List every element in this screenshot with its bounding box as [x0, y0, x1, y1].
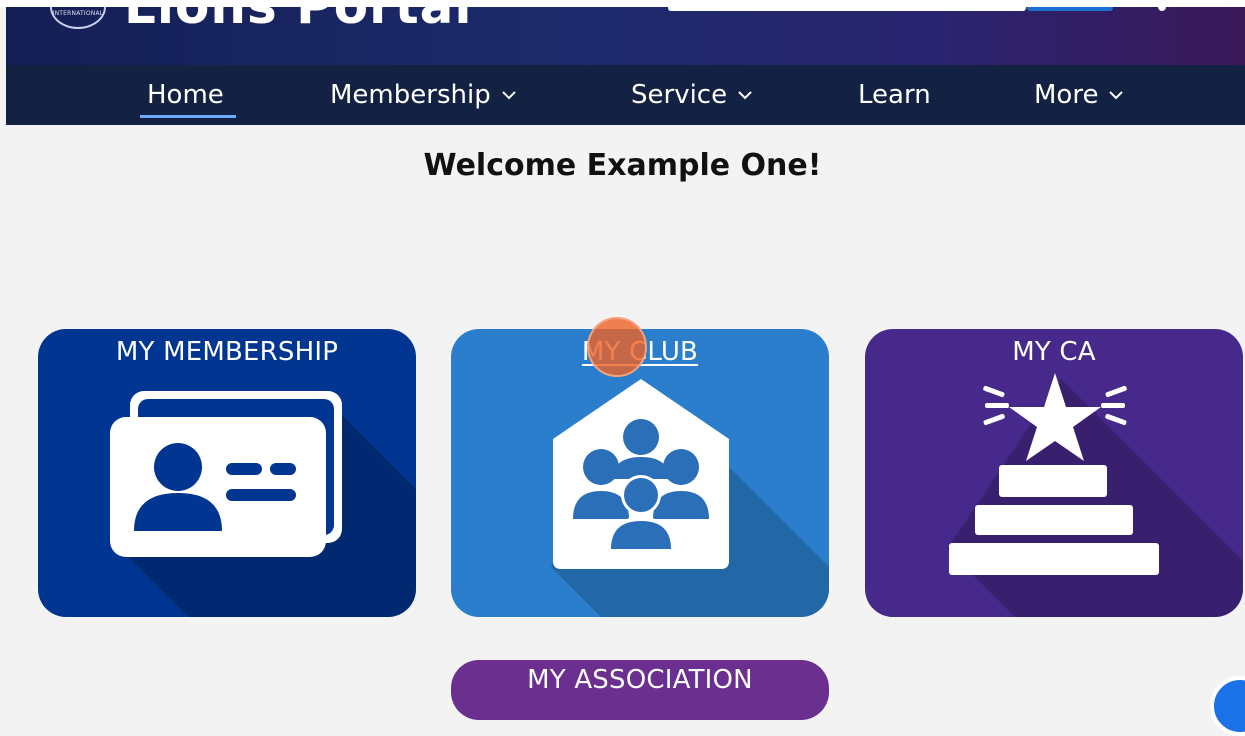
nav-item-label: More	[1034, 80, 1099, 110]
nav-item-label: Service	[631, 80, 728, 110]
welcome-heading: Welcome Example One!	[423, 148, 822, 183]
click-indicator	[587, 317, 647, 377]
top-strip	[0, 0, 1245, 7]
tile-label: MY CA	[1012, 337, 1096, 367]
header-banner: INTERNATIONAL Lions Portal	[6, 7, 1245, 65]
nav-item-service[interactable]: Service	[631, 65, 755, 125]
user-menu-indicator[interactable]	[1158, 7, 1166, 11]
tile-my-association[interactable]: MY ASSOCIATION	[451, 660, 829, 720]
lions-logo-seal[interactable]: INTERNATIONAL	[50, 7, 106, 29]
membership-card-icon	[110, 391, 416, 617]
chat-help-button[interactable]	[1210, 676, 1245, 736]
tile-my-membership[interactable]: MY MEMBERSHIP	[38, 329, 416, 617]
nav-item-more[interactable]: More	[1034, 65, 1126, 125]
nav-item-label: Learn	[858, 80, 931, 110]
search-input[interactable]	[668, 7, 1026, 11]
tile-my-ca[interactable]: MY CA	[865, 329, 1243, 617]
chevron-down-icon	[738, 91, 752, 100]
chevron-down-icon	[1109, 91, 1124, 100]
active-tab-underline	[140, 115, 236, 118]
club-house-icon	[551, 379, 829, 617]
search-button[interactable]	[1027, 7, 1113, 11]
portal-title[interactable]: Lions Portal	[124, 7, 473, 35]
nav-item-label: Home	[147, 80, 224, 110]
star-podium-icon	[947, 373, 1243, 617]
tile-my-club[interactable]: MY CLUB	[451, 329, 829, 617]
nav-item-membership[interactable]: Membership	[330, 65, 519, 125]
tile-label: MY ASSOCIATION	[527, 665, 753, 695]
tile-label: MY MEMBERSHIP	[115, 337, 339, 367]
nav-item-learn[interactable]: Learn	[858, 65, 931, 125]
nav-item-label: Membership	[330, 80, 491, 110]
chevron-down-icon	[501, 91, 516, 100]
seal-text: INTERNATIONAL	[52, 10, 104, 17]
main-navigation: Home Membership Service Learn More	[6, 65, 1245, 125]
